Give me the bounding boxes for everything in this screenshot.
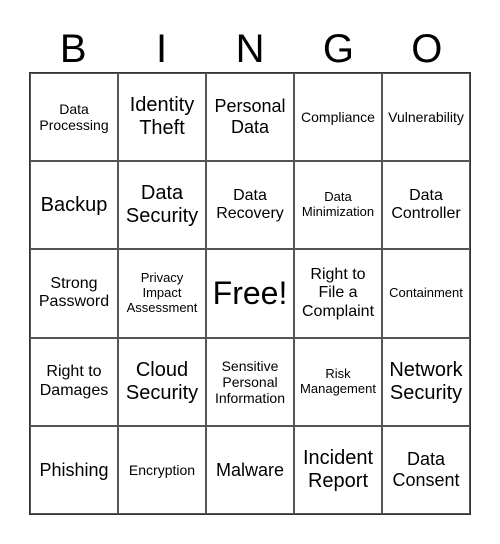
header-letter-g: G [322,27,354,71]
bingo-cell[interactable]: Risk Management [294,337,382,426]
bingo-cell[interactable]: Data Controller [382,161,470,250]
bingo-cell[interactable]: Sensitive Personal Information [206,337,294,426]
bingo-cell[interactable]: Backup [30,161,118,250]
bingo-cell[interactable]: Identity Theft [118,73,206,162]
bingo-cell[interactable]: Vulnerability [382,73,470,162]
header-letter-o: O [411,27,443,71]
bingo-cell[interactable]: Network Security [382,337,470,426]
bingo-cell[interactable]: Data Consent [382,425,470,514]
bingo-cell[interactable]: Privacy Impact Assessment [118,249,206,338]
bingo-cell[interactable]: Data Recovery [206,161,294,250]
bingo-cell[interactable]: Incident Report [294,425,382,514]
bingo-cell[interactable]: Encryption [118,425,206,514]
bingo-cell[interactable]: Phishing [30,425,118,514]
header-letter-b: B [59,27,87,71]
bingo-cell[interactable]: Containment [382,249,470,338]
free-space-cell[interactable]: Free! [206,249,294,338]
bingo-cell[interactable]: Right to File a Complaint [294,249,382,338]
bingo-cell[interactable]: Data Minimization [294,161,382,250]
bingo-header: B I N G O [29,26,471,72]
bingo-cell[interactable]: Malware [206,425,294,514]
bingo-cell[interactable]: Compliance [294,73,382,162]
bingo-card: Data Processing Identity Theft Personal Da… [29,72,471,515]
bingo-cell[interactable]: Personal Data [206,73,294,162]
header-letter-n: N [235,27,265,71]
bingo-cell[interactable]: Data Processing [30,73,118,162]
bingo-cell[interactable]: Strong Password [30,249,118,338]
bingo-cell[interactable]: Data Security [118,161,206,250]
bingo-cell[interactable]: Right to Damages [30,337,118,426]
header-letter-i: I [156,27,168,71]
bingo-cell[interactable]: Cloud Security [118,337,206,426]
